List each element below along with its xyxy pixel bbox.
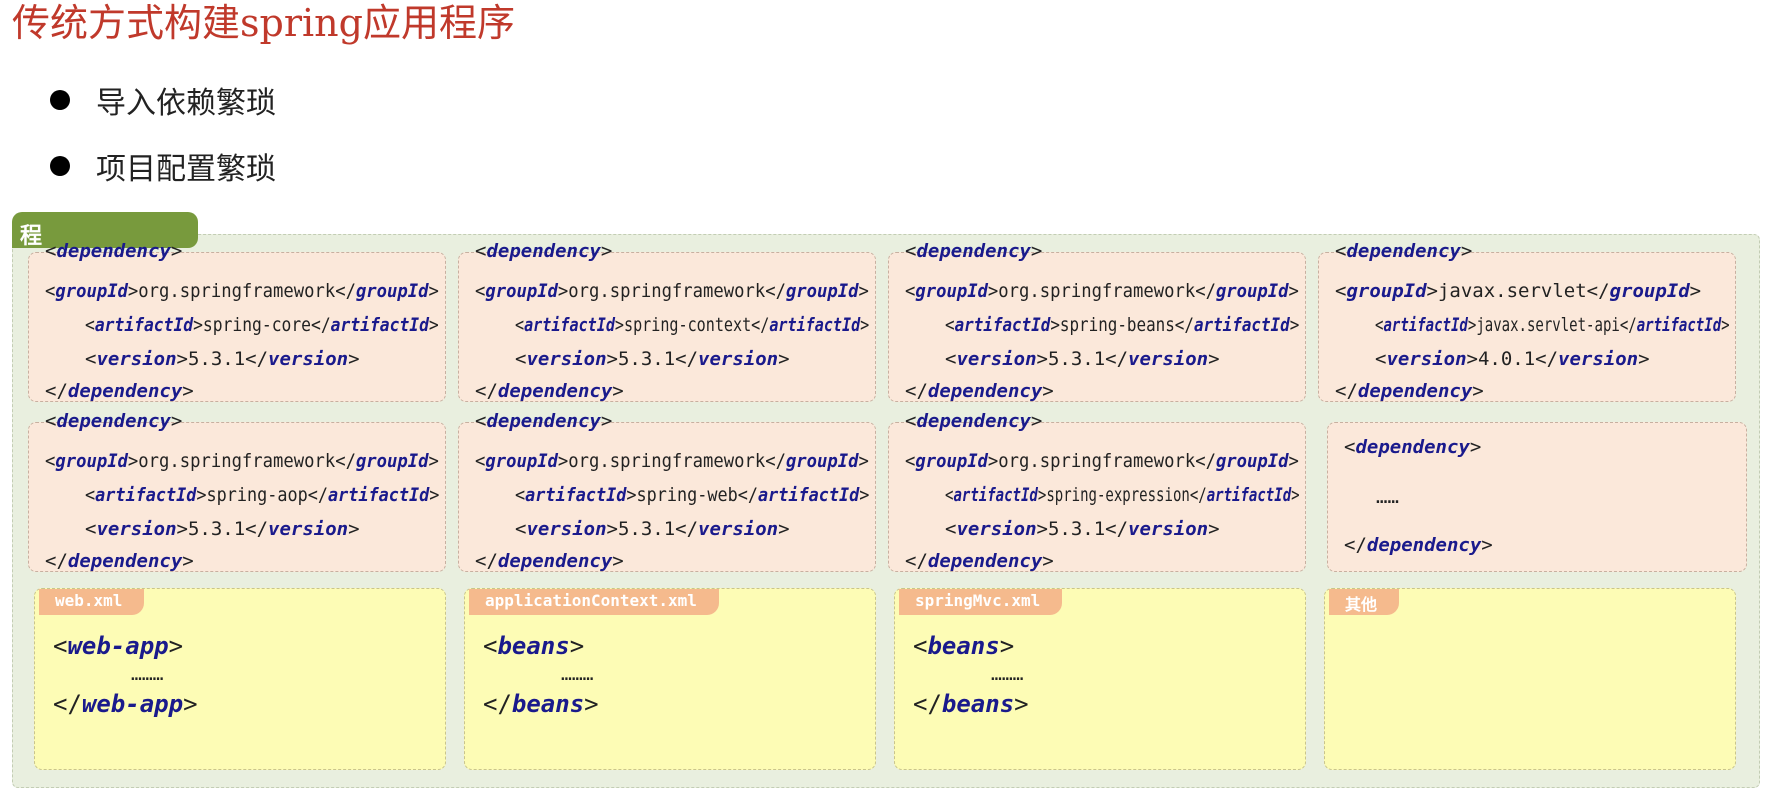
bullet-dot-icon [50, 90, 70, 110]
dependency-open-tag: <dependency> [905, 410, 1043, 432]
version-line: <version>5.3.1</version> [85, 348, 360, 370]
ellipsis-text: ……… [991, 664, 1024, 685]
ellipsis-text: ……… [561, 664, 594, 685]
dependency-open-tag: <dependency> [45, 240, 183, 262]
dependency-card: <dependency> <groupId>org.springframework… [28, 410, 446, 572]
artifact-id-line: <artifactId>spring-beans</artifactId> [945, 314, 1300, 336]
dependency-open-tag: <dependency> [1344, 436, 1482, 458]
config-code: <web-app> ……… </web-app> [53, 631, 198, 719]
artifact-id-line: <artifactId>spring-core</artifactId> [85, 314, 439, 336]
config-close-tag: </beans> [483, 690, 599, 718]
config-open-tag: <beans> [483, 632, 585, 660]
bullet-list: 导入依赖繁琐 项目配置繁琐 [50, 80, 276, 212]
config-close-tag: </web-app> [53, 690, 198, 718]
artifact-id-line: <artifactId>spring-aop</artifactId> [85, 484, 440, 506]
dependency-close-tag: </dependency> [45, 550, 194, 572]
version-line: <version>5.3.1</version> [945, 348, 1220, 370]
dependency-card-more: <dependency> …… </dependency> [1327, 422, 1747, 572]
config-file-label: 其他 [1329, 589, 1400, 615]
dependency-close-tag: </dependency> [1335, 380, 1484, 402]
config-file-label: springMvc.xml [899, 589, 1063, 615]
config-card: springMvc.xml <beans> ……… </beans> [894, 588, 1306, 770]
config-open-tag: <beans> [913, 632, 1015, 660]
dependency-card: <dependency> <groupId>org.springframework… [458, 240, 876, 402]
bullet-item: 项目配置繁琐 [50, 146, 276, 187]
config-code: <beans> ……… </beans> [913, 631, 1029, 719]
dependency-close-tag: </dependency> [475, 380, 624, 402]
bullet-item: 导入依赖繁琐 [50, 80, 276, 121]
group-id-line: <groupId>org.springframework</groupId> [475, 450, 869, 472]
version-line: <version>4.0.1</version> [1375, 348, 1650, 370]
version-line: <version>5.3.1</version> [945, 518, 1220, 540]
dependency-close-tag: </dependency> [1344, 534, 1493, 556]
dependency-close-tag: </dependency> [905, 550, 1054, 572]
group-id-line: <groupId>org.springframework</groupId> [905, 450, 1299, 472]
group-id-line: <groupId>org.springframework</groupId> [905, 280, 1299, 302]
artifact-id-line: <artifactId>javax.servlet-api</artifactI… [1375, 314, 1730, 336]
artifact-id-line: <artifactId>spring-web</artifactId> [515, 484, 870, 506]
dependency-card: <dependency> <groupId>org.springframework… [458, 410, 876, 572]
artifact-id-line: <artifactId>spring-expression</artifactI… [945, 484, 1300, 506]
config-card: 其他 [1324, 588, 1736, 770]
dependency-card: <dependency> <groupId>javax.servlet</grou… [1318, 240, 1736, 402]
config-close-tag: </beans> [913, 690, 1029, 718]
version-line: <version>5.3.1</version> [515, 348, 790, 370]
dependency-open-tag: <dependency> [45, 410, 183, 432]
bullet-dot-icon [50, 156, 70, 176]
group-id-line: <groupId>org.springframework</groupId> [45, 280, 439, 302]
dependency-open-tag: <dependency> [905, 240, 1043, 262]
ellipsis-text: …… [1376, 486, 1399, 508]
dependency-open-tag: <dependency> [1335, 240, 1473, 262]
artifact-id-line: <artifactId>spring-context</artifactId> [515, 314, 870, 336]
dependency-card: <dependency> <groupId>org.springframework… [888, 240, 1306, 402]
version-line: <version>5.3.1</version> [85, 518, 360, 540]
dependency-open-tag: <dependency> [475, 240, 613, 262]
config-file-label: applicationContext.xml [469, 589, 719, 615]
config-card: web.xml <web-app> ……… </web-app> [34, 588, 446, 770]
dependency-card: <dependency> <groupId>org.springframework… [888, 410, 1306, 572]
ellipsis-text: ……… [131, 664, 164, 685]
config-code: <beans> ……… </beans> [483, 631, 599, 719]
config-file-label: web.xml [39, 589, 145, 615]
bullet-text: 项目配置繁琐 [96, 152, 276, 187]
config-card: applicationContext.xml <beans> ……… </beans> [464, 588, 876, 770]
bullet-text: 导入依赖繁琐 [96, 86, 276, 121]
group-id-line: <groupId>org.springframework</groupId> [45, 450, 439, 472]
dependency-card: <dependency> <groupId>org.springframework… [28, 240, 446, 402]
config-open-tag: <web-app> [53, 632, 184, 660]
dependency-close-tag: </dependency> [45, 380, 194, 402]
dependency-close-tag: </dependency> [475, 550, 624, 572]
page-title: 传统方式构建spring应用程序 [12, 1, 515, 45]
dependency-open-tag: <dependency> [475, 410, 613, 432]
dependency-close-tag: </dependency> [905, 380, 1054, 402]
group-id-line: <groupId>org.springframework</groupId> [475, 280, 869, 302]
version-line: <version>5.3.1</version> [515, 518, 790, 540]
group-id-line: <groupId>javax.servlet</groupId> [1335, 280, 1702, 302]
